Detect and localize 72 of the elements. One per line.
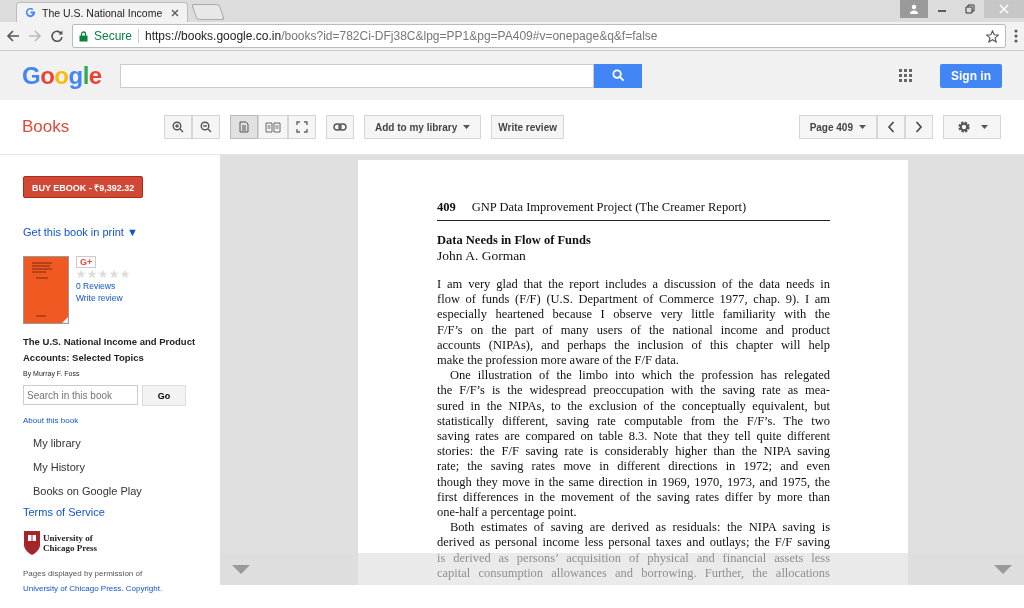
reload-icon[interactable]	[50, 29, 64, 43]
terms-link[interactable]: Terms of Service	[23, 506, 220, 518]
caret-icon	[463, 125, 471, 129]
add-to-library-button[interactable]: Add to my library	[364, 115, 482, 139]
link-icon	[333, 123, 347, 131]
body-paragraph: I am very glad that the report includes a discussion of the data needs in flow of funds (F/F) (U.S. Department of Commerce 1977, chap. 9). I am especially heartened because I observe very little familiarity with the F/F’s on the part of many users of the national income and product accounts (NIPAs), and perhaps the inclusion of this chapter will help make the profession more aware of the F/F data.	[437, 277, 830, 369]
books-title[interactable]: Books	[22, 117, 164, 137]
settings-button[interactable]	[943, 115, 1001, 139]
write-review-button[interactable]: Write review	[491, 115, 564, 139]
url-text: https://books.google.co.in/books?id=782Ci-DFj38C&lpg=PP1&pg=PA409#v=onepage&q&f=false	[145, 29, 658, 43]
two-page-icon	[265, 121, 281, 133]
rating-star	[76, 269, 86, 279]
previous-page-button[interactable]	[877, 115, 905, 139]
publisher-crest-icon	[23, 530, 41, 556]
rating-star	[98, 269, 108, 279]
zoom-out-icon	[200, 121, 212, 133]
menu-icon[interactable]	[1014, 29, 1018, 43]
search-field[interactable]	[120, 63, 594, 88]
search-icon	[611, 69, 625, 82]
page-number: 409	[437, 200, 456, 215]
search-button[interactable]	[594, 63, 642, 88]
star-icon[interactable]	[986, 29, 999, 43]
buy-ebook-button[interactable]: BUY EBOOK - ₹9,392.32	[23, 176, 144, 198]
page-icon	[238, 121, 250, 133]
browser-tab[interactable]: The U.S. National Income	[16, 2, 188, 22]
close-icon	[171, 8, 179, 17]
author-name: John A. Gorman	[437, 248, 527, 264]
rating-star	[109, 269, 119, 279]
caret-icon	[859, 125, 866, 129]
zoom-in-button[interactable]	[164, 115, 192, 139]
book-title: The U.S. National Income and Product Accounts: Selected Topics	[23, 335, 197, 365]
publisher-link[interactable]: University of Chicago Press.	[23, 584, 124, 593]
address-bar[interactable]: Secure https://books.google.co.in/books?id=782Ci-DFj38C&lpg=PP1&pg=PA409#v=onepage&q&f=false	[72, 24, 1006, 48]
sidebar-link[interactable]: My History	[33, 461, 220, 473]
zoom-out-button[interactable]	[192, 115, 220, 139]
go-button[interactable]: Go	[142, 385, 186, 406]
rating-star	[120, 269, 130, 279]
link-button[interactable]	[326, 115, 354, 139]
sidebar-link[interactable]: My library	[33, 437, 220, 449]
chapter-heading: Data Needs in Flow of Funds	[437, 233, 592, 248]
lock-icon	[79, 30, 88, 42]
running-head: GNP Data Improvement Project (The Creamer Report)	[471, 200, 747, 215]
next-page-button[interactable]	[905, 115, 933, 139]
chevron-left-icon	[887, 121, 895, 133]
user-icon	[909, 4, 919, 14]
apps-icon[interactable]	[899, 69, 912, 82]
zoom-in-icon	[172, 121, 184, 133]
settings-icon	[956, 120, 971, 134]
sidebar-link[interactable]: Books on Google Play	[33, 485, 220, 497]
page-selector[interactable]: Page 409	[798, 115, 877, 139]
back-icon[interactable]	[6, 29, 20, 43]
fullscreen-icon	[296, 121, 308, 133]
search-in-book-field[interactable]: Search in this book	[23, 385, 138, 405]
sign-in-button[interactable]: Sign in	[940, 63, 1002, 88]
write-review-link[interactable]: Write review	[76, 292, 130, 304]
reviews-link[interactable]: 0 Reviews	[76, 280, 130, 292]
google-icon	[25, 7, 36, 18]
restore-icon	[965, 4, 975, 14]
chevron-right-icon	[915, 121, 923, 133]
secure-label: Secure	[94, 29, 133, 43]
body-paragraph: One illustration of the limbo into which the profession has relegated the F/F’s is the widespread preoccupation with the saving rate as mea- sured in the NIPAs, to the exclusion of the conceptually equivalent, but statistically different, saving rate computable from the F/F’s. The two saving rates are compared on table 8.3. Note that they tell quite different stories: the F/F saving rate is considerably higher than the NIPA saving rate; the saving rates move in different directions in 1972; and even though they move in the same direction in 1969, 1970, 1973, and 1975, the first differences in the movement of the saving rates differ by more than one-half a percentage point.	[437, 368, 830, 521]
permission-text: Pages displayed by permission of University of Chicago Press. Copyright.	[23, 568, 164, 595]
publisher-logo-text: University of Chicago Press	[43, 533, 98, 553]
body-paragraph: Both estimates of saving are derived as residuals: the NIPA saving is derived as personal income less personal taxes and outlays; the F/F saving is derived as persons’ acquisition of physical and financial assets less capital consumption allowances and borrowing. Further, the allocations	[437, 520, 830, 582]
close-icon	[999, 4, 1009, 14]
about-link[interactable]: About this book	[23, 416, 220, 425]
get-in-print-link[interactable]: Get this book in print ▼	[23, 226, 220, 238]
caret-icon	[980, 125, 988, 129]
rating-star	[87, 269, 97, 279]
view-mode-button[interactable]	[288, 115, 316, 139]
copyright-link[interactable]: Copyright.	[125, 584, 163, 593]
google-plus-button[interactable]: G+	[76, 256, 97, 268]
